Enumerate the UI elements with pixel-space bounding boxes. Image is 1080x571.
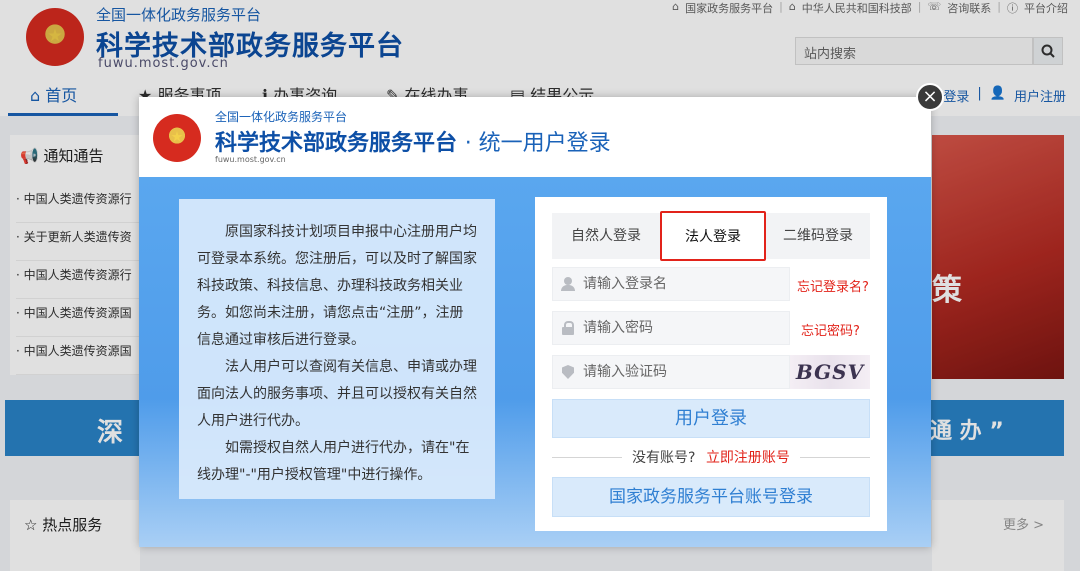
info-paragraph: 如需授权自然人用户进行代办，请在"在线办理"-"用户授权管理"中进行操作。 [197, 440, 470, 483]
info-text-box: 原国家科技计划项目申报中心注册用户均可登录本系统。您注册后，可以及时了解国家科技… [179, 199, 495, 499]
modal-header: 全国一体化政务服务平台 科学技术部政务服务平台 · 统一用户登录 fuwu.mo… [139, 97, 931, 177]
modal-body: 原国家科技计划项目申报中心注册用户均可登录本系统。您注册后，可以及时了解国家科技… [139, 177, 931, 547]
captcha-field[interactable]: 请输入验证码 [552, 355, 790, 389]
national-emblem-icon [153, 114, 201, 162]
shield-icon [561, 365, 575, 379]
tab-qrcode[interactable]: 二维码登录 [766, 213, 870, 259]
modal-title-suffix: · 统一用户登录 [464, 131, 611, 156]
modal-domain: fuwu.most.gov.cn [215, 155, 286, 164]
login-modal: 全国一体化政务服务平台 科学技术部政务服务平台 · 统一用户登录 fuwu.mo… [139, 83, 944, 547]
no-account-label: 没有账号? [632, 450, 696, 466]
tab-legal-person[interactable]: 法人登录 [660, 211, 766, 261]
password-placeholder: 请输入密码 [583, 320, 653, 336]
info-paragraph: 法人用户可以查阅有关信息、申请或办理面向法人的服务事项、并且可以授权有关自然人用… [197, 359, 477, 429]
captcha-image[interactable]: BGSV [790, 355, 870, 389]
lock-icon [561, 321, 575, 335]
forgot-username-link[interactable]: 忘记登录名? [797, 276, 869, 295]
forgot-password-link[interactable]: 忘记密码? [801, 320, 860, 339]
modal-subtitle: 全国一体化政务服务平台 [215, 110, 348, 124]
login-tabs: 自然人登录 法人登录 二维码登录 [552, 211, 870, 261]
no-account-row: 没有账号? 立即注册账号 [552, 447, 870, 469]
captcha-placeholder: 请输入验证码 [583, 364, 667, 380]
tab-natural-person[interactable]: 自然人登录 [552, 213, 660, 259]
username-placeholder: 请输入登录名 [583, 276, 667, 292]
register-link[interactable]: 立即注册账号 [706, 450, 790, 466]
modal-title: 科学技术部政务服务平台 · 统一用户登录 [215, 125, 611, 157]
gov-platform-login-button[interactable]: 国家政务服务平台账号登录 [552, 477, 870, 517]
modal-title-main: 科学技术部政务服务平台 [215, 131, 458, 156]
password-field[interactable]: 请输入密码 [552, 311, 790, 345]
user-icon [561, 277, 575, 291]
login-button[interactable]: 用户登录 [552, 399, 870, 438]
info-paragraph: 原国家科技计划项目申报中心注册用户均可登录本系统。您注册后，可以及时了解国家科技… [197, 224, 477, 348]
login-form: 自然人登录 法人登录 二维码登录 请输入登录名 忘记登录名? 请输入密码 忘记密… [535, 197, 887, 531]
username-field[interactable]: 请输入登录名 [552, 267, 790, 301]
close-button[interactable]: × [916, 83, 944, 111]
